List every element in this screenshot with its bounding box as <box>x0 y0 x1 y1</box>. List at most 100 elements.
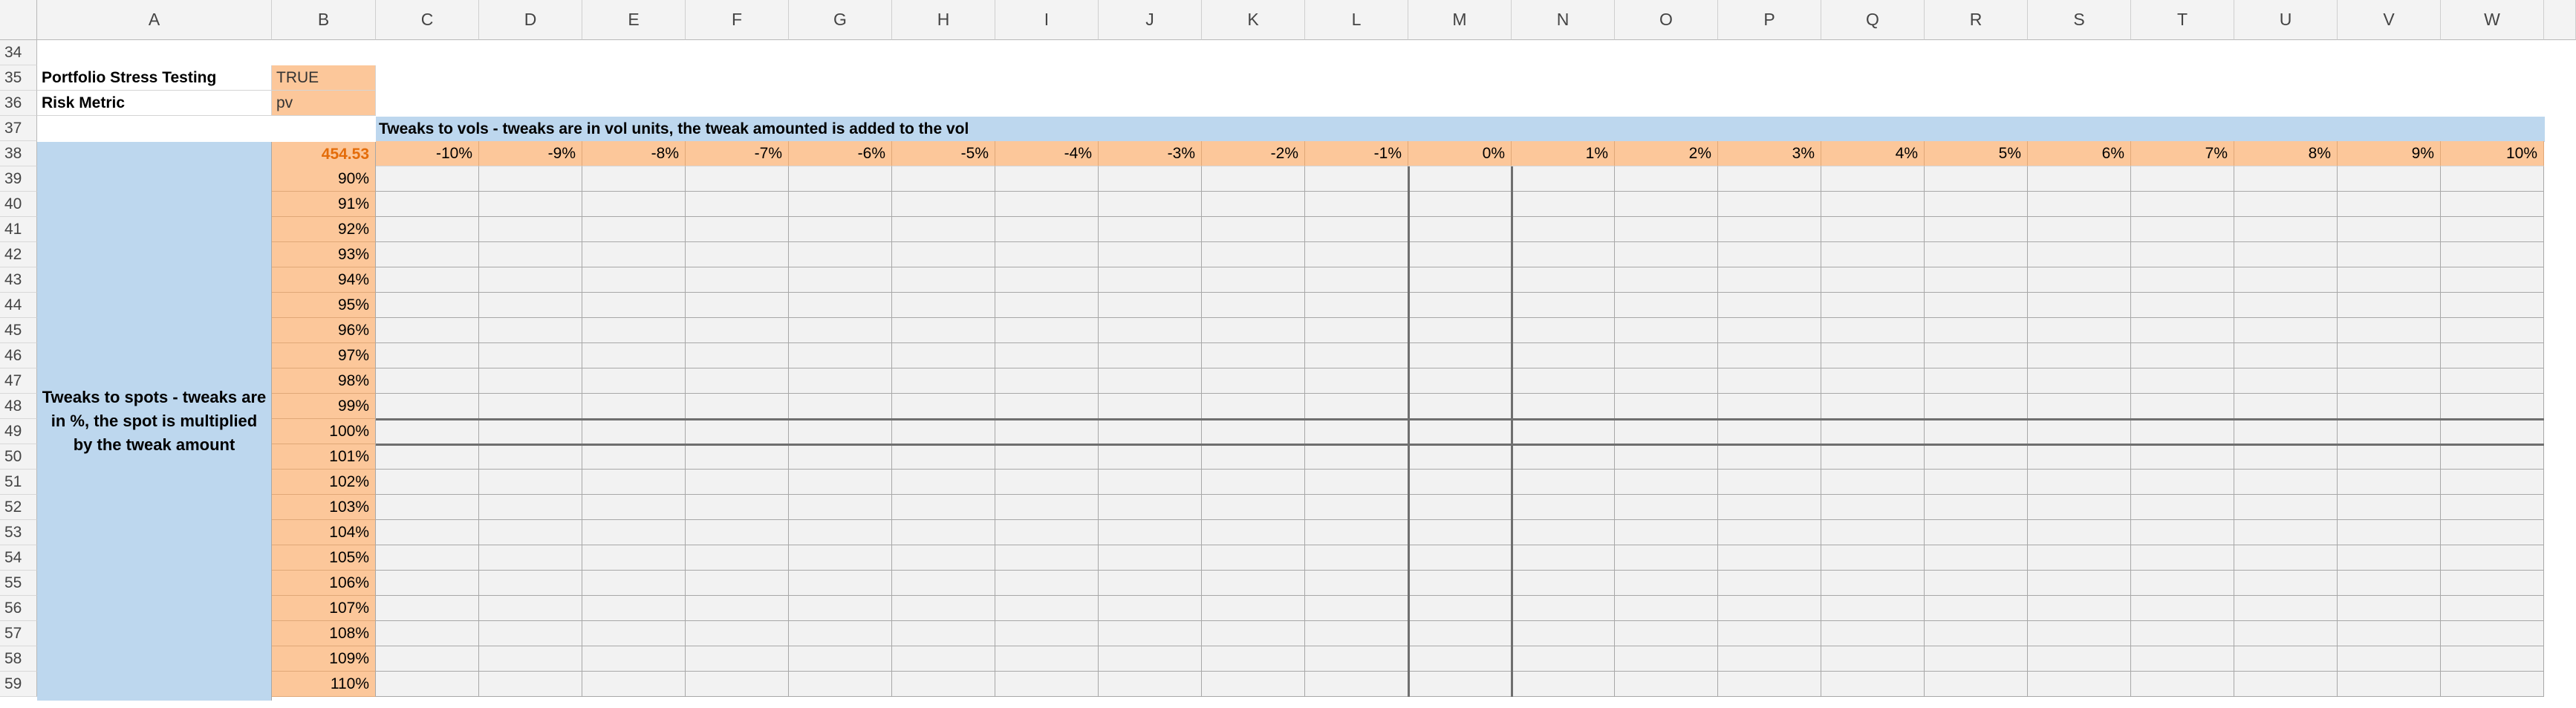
result-cell[interactable] <box>2338 596 2441 621</box>
result-cell[interactable] <box>686 470 789 495</box>
result-cell[interactable] <box>995 545 1099 571</box>
result-cell[interactable] <box>995 368 1099 394</box>
result-cell[interactable] <box>2441 672 2544 697</box>
result-cell[interactable] <box>1099 192 1202 217</box>
column-header-r[interactable]: R <box>1925 0 2028 40</box>
spot-tweak-header[interactable]: 94% <box>272 267 376 293</box>
result-cell[interactable] <box>1821 293 1925 318</box>
result-cell[interactable] <box>1718 571 1821 596</box>
row-header-44[interactable]: 44 <box>0 293 37 318</box>
result-cell[interactable] <box>1615 267 1718 293</box>
result-cell[interactable] <box>1408 166 1512 192</box>
result-cell[interactable] <box>1202 267 1305 293</box>
spot-tweak-header[interactable]: 101% <box>272 444 376 470</box>
result-cell[interactable] <box>2131 495 2234 520</box>
result-cell[interactable] <box>2441 596 2544 621</box>
result-cell[interactable] <box>1615 293 1718 318</box>
vol-tweak-header[interactable]: -7% <box>686 141 789 166</box>
row-header-55[interactable]: 55 <box>0 571 37 596</box>
result-cell[interactable] <box>2338 242 2441 267</box>
result-cell[interactable] <box>2338 217 2441 242</box>
result-cell[interactable] <box>686 596 789 621</box>
result-cell[interactable] <box>2338 318 2441 343</box>
result-cell[interactable] <box>1718 672 1821 697</box>
result-cell[interactable] <box>789 293 892 318</box>
spot-tweak-header[interactable]: 95% <box>272 293 376 318</box>
result-cell[interactable] <box>1615 596 1718 621</box>
result-cell[interactable] <box>1512 495 1615 520</box>
result-cell[interactable] <box>1408 470 1512 495</box>
result-cell[interactable] <box>479 368 582 394</box>
spot-tweak-header[interactable]: 98% <box>272 368 376 394</box>
result-cell[interactable] <box>1099 444 1202 470</box>
row-header-36[interactable]: 36 <box>0 91 37 116</box>
result-cell[interactable] <box>892 520 995 545</box>
column-header-p[interactable]: P <box>1718 0 1821 40</box>
result-cell[interactable] <box>582 318 686 343</box>
result-cell[interactable] <box>789 343 892 368</box>
result-cell[interactable] <box>376 293 479 318</box>
select-all-corner[interactable] <box>0 0 37 40</box>
result-cell[interactable] <box>376 545 479 571</box>
result-cell[interactable] <box>995 470 1099 495</box>
result-cell[interactable] <box>2028 293 2131 318</box>
result-cell[interactable] <box>1408 267 1512 293</box>
result-cell[interactable] <box>2338 419 2441 444</box>
result-cell[interactable] <box>1512 242 1615 267</box>
result-cell[interactable] <box>892 545 995 571</box>
result-cell[interactable] <box>1202 318 1305 343</box>
result-cell[interactable] <box>892 571 995 596</box>
result-cell[interactable] <box>2131 571 2234 596</box>
result-cell[interactable] <box>479 419 582 444</box>
result-cell[interactable] <box>2028 318 2131 343</box>
row-header-38[interactable]: 38 <box>0 141 37 166</box>
result-cell[interactable] <box>1408 217 1512 242</box>
spot-tweak-header[interactable]: 102% <box>272 470 376 495</box>
row-header-35[interactable]: 35 <box>0 65 37 91</box>
result-cell[interactable] <box>892 596 995 621</box>
result-cell[interactable] <box>789 621 892 646</box>
result-cell[interactable] <box>1512 394 1615 419</box>
result-cell[interactable] <box>376 368 479 394</box>
result-cell[interactable] <box>582 520 686 545</box>
result-cell[interactable] <box>1718 444 1821 470</box>
result-cell[interactable] <box>2441 646 2544 672</box>
result-cell[interactable] <box>1512 318 1615 343</box>
result-cell[interactable] <box>2441 343 2544 368</box>
column-header-l[interactable]: L <box>1305 0 1408 40</box>
result-cell[interactable] <box>1202 242 1305 267</box>
vol-tweak-header[interactable]: 7% <box>2131 141 2234 166</box>
result-cell[interactable] <box>479 343 582 368</box>
result-cell[interactable] <box>582 368 686 394</box>
result-cell[interactable] <box>1821 545 1925 571</box>
spot-tweaks-label[interactable]: Tweaks to spots - tweaks are in %, the s… <box>37 142 272 701</box>
result-cell[interactable] <box>1305 621 1408 646</box>
result-cell[interactable] <box>2441 495 2544 520</box>
result-cell[interactable] <box>2028 343 2131 368</box>
result-cell[interactable] <box>2441 470 2544 495</box>
result-cell[interactable] <box>479 293 582 318</box>
result-cell[interactable] <box>2338 672 2441 697</box>
result-cell[interactable] <box>479 646 582 672</box>
result-cell[interactable] <box>2441 267 2544 293</box>
result-cell[interactable] <box>1305 470 1408 495</box>
result-cell[interactable] <box>1925 242 2028 267</box>
result-cell[interactable] <box>2028 621 2131 646</box>
result-cell[interactable] <box>995 571 1099 596</box>
column-header-f[interactable]: F <box>686 0 789 40</box>
result-cell[interactable] <box>892 242 995 267</box>
result-cell[interactable] <box>2338 646 2441 672</box>
result-cell[interactable] <box>686 166 789 192</box>
result-cell[interactable] <box>1408 621 1512 646</box>
result-cell[interactable] <box>582 343 686 368</box>
result-cell[interactable] <box>686 267 789 293</box>
result-cell[interactable] <box>686 545 789 571</box>
result-cell[interactable] <box>2028 166 2131 192</box>
result-cell[interactable] <box>1099 520 1202 545</box>
column-header-b[interactable]: B <box>272 0 376 40</box>
result-cell[interactable] <box>1099 394 1202 419</box>
result-cell[interactable] <box>686 368 789 394</box>
result-cell[interactable] <box>2234 267 2338 293</box>
result-cell[interactable] <box>1099 217 1202 242</box>
result-cell[interactable] <box>1305 318 1408 343</box>
